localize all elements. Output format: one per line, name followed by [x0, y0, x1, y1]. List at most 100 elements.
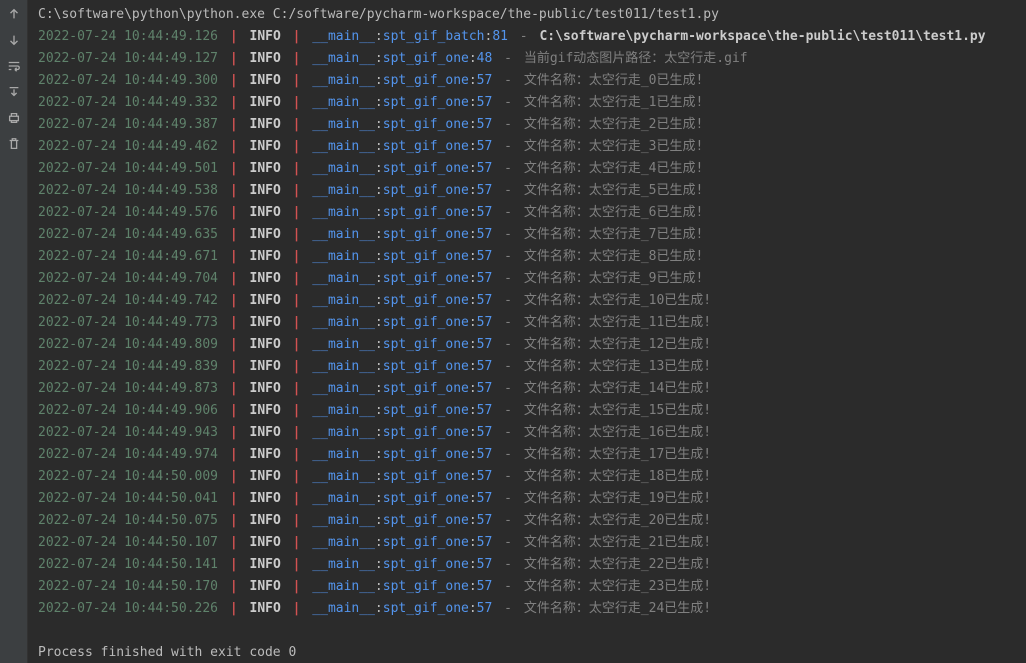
log-module: __main__: [312, 579, 375, 594]
log-function: spt_gif_one: [383, 491, 469, 506]
log-level: INFO: [250, 249, 281, 264]
log-message: 文件名称：太空行走_7已生成!: [524, 227, 703, 242]
log-function: spt_gif_one: [383, 381, 469, 396]
log-function: spt_gif_batch: [383, 29, 485, 44]
log-separator: |: [289, 315, 313, 330]
scroll-up-icon[interactable]: [6, 6, 22, 22]
log-lineno: 48: [477, 51, 493, 66]
log-module: __main__: [312, 425, 375, 440]
log-lineno: 57: [477, 73, 493, 88]
log-separator: |: [289, 447, 313, 462]
log-function: spt_gif_one: [383, 271, 469, 286]
log-separator: |: [218, 469, 249, 484]
soft-wrap-icon[interactable]: [6, 58, 22, 74]
log-lineno: 57: [477, 469, 493, 484]
scroll-to-end-icon[interactable]: [6, 84, 22, 100]
log-timestamp: 2022-07-24 10:44:50.041: [38, 491, 218, 506]
log-line: 2022-07-24 10:44:50.107 | INFO | __main_…: [38, 532, 1016, 554]
log-function: spt_gif_one: [383, 73, 469, 88]
log-separator: |: [289, 557, 313, 572]
log-module: __main__: [312, 271, 375, 286]
log-level: INFO: [250, 95, 281, 110]
log-timestamp: 2022-07-24 10:44:49.332: [38, 95, 218, 110]
trash-icon[interactable]: [6, 136, 22, 152]
log-lineno: 57: [477, 205, 493, 220]
log-module: __main__: [312, 601, 375, 616]
log-timestamp: 2022-07-24 10:44:49.704: [38, 271, 218, 286]
log-separator: |: [218, 51, 249, 66]
log-timestamp: 2022-07-24 10:44:49.635: [38, 227, 218, 242]
log-function: spt_gif_one: [383, 337, 469, 352]
log-message: 文件名称：太空行走_19已生成!: [524, 491, 711, 506]
log-message: C:\software\pycharm-workspace\the-public…: [539, 29, 985, 44]
log-line: 2022-07-24 10:44:49.300 | INFO | __main_…: [38, 70, 1016, 92]
log-separator: |: [289, 337, 313, 352]
log-message: 文件名称：太空行走_9已生成!: [524, 271, 703, 286]
log-level: INFO: [250, 491, 281, 506]
log-function: spt_gif_one: [383, 139, 469, 154]
log-line: 2022-07-24 10:44:49.773 | INFO | __main_…: [38, 312, 1016, 334]
log-lineno: 57: [477, 557, 493, 572]
log-message: 文件名称：太空行走_22已生成!: [524, 557, 711, 572]
log-function: spt_gif_one: [383, 601, 469, 616]
log-message: 文件名称：太空行走_11已生成!: [524, 315, 711, 330]
log-timestamp: 2022-07-24 10:44:50.226: [38, 601, 218, 616]
log-separator: |: [218, 403, 249, 418]
log-separator: |: [218, 491, 249, 506]
log-lineno: 57: [477, 315, 493, 330]
log-function: spt_gif_one: [383, 557, 469, 572]
console-output[interactable]: C:\software\python\python.exe C:/softwar…: [28, 0, 1026, 663]
log-separator: |: [289, 513, 313, 528]
log-timestamp: 2022-07-24 10:44:50.075: [38, 513, 218, 528]
log-module: __main__: [312, 337, 375, 352]
print-icon[interactable]: [6, 110, 22, 126]
log-timestamp: 2022-07-24 10:44:49.873: [38, 381, 218, 396]
log-line: 2022-07-24 10:44:50.075 | INFO | __main_…: [38, 510, 1016, 532]
log-separator: |: [218, 425, 249, 440]
log-module: __main__: [312, 51, 375, 66]
log-lineno: 57: [477, 513, 493, 528]
log-module: __main__: [312, 183, 375, 198]
log-level: INFO: [250, 579, 281, 594]
log-level: INFO: [250, 403, 281, 418]
log-message: 文件名称：太空行走_3已生成!: [524, 139, 703, 154]
log-separator: |: [289, 139, 313, 154]
log-function: spt_gif_one: [383, 469, 469, 484]
log-lineno: 57: [477, 535, 493, 550]
log-lineno: 57: [477, 359, 493, 374]
log-message: 文件名称：太空行走_6已生成!: [524, 205, 703, 220]
log-line: 2022-07-24 10:44:50.226 | INFO | __main_…: [38, 598, 1016, 620]
log-line: 2022-07-24 10:44:50.141 | INFO | __main_…: [38, 554, 1016, 576]
log-message: 文件名称：太空行走_10已生成!: [524, 293, 711, 308]
log-separator: |: [289, 271, 313, 286]
log-level: INFO: [250, 29, 281, 44]
log-separator: |: [289, 535, 313, 550]
log-lineno: 57: [477, 337, 493, 352]
log-separator: |: [218, 315, 249, 330]
log-module: __main__: [312, 315, 375, 330]
log-lineno: 57: [477, 447, 493, 462]
log-separator: |: [289, 51, 313, 66]
log-separator: |: [289, 381, 313, 396]
log-lineno: 57: [477, 403, 493, 418]
log-separator: |: [218, 249, 249, 264]
log-separator: |: [218, 579, 249, 594]
log-separator: |: [218, 557, 249, 572]
log-message: 文件名称：太空行走_18已生成!: [524, 469, 711, 484]
log-module: __main__: [312, 491, 375, 506]
log-level: INFO: [250, 139, 281, 154]
log-lineno: 57: [477, 601, 493, 616]
log-function: spt_gif_one: [383, 403, 469, 418]
scroll-down-icon[interactable]: [6, 32, 22, 48]
log-separator: |: [289, 359, 313, 374]
log-timestamp: 2022-07-24 10:44:49.387: [38, 117, 218, 132]
log-line: 2022-07-24 10:44:50.009 | INFO | __main_…: [38, 466, 1016, 488]
log-level: INFO: [250, 293, 281, 308]
log-level: INFO: [250, 205, 281, 220]
log-separator: |: [218, 227, 249, 242]
log-separator: |: [218, 359, 249, 374]
log-level: INFO: [250, 513, 281, 528]
log-function: spt_gif_one: [383, 315, 469, 330]
log-line: 2022-07-24 10:44:49.742 | INFO | __main_…: [38, 290, 1016, 312]
log-message: 文件名称：太空行走_1已生成!: [524, 95, 703, 110]
